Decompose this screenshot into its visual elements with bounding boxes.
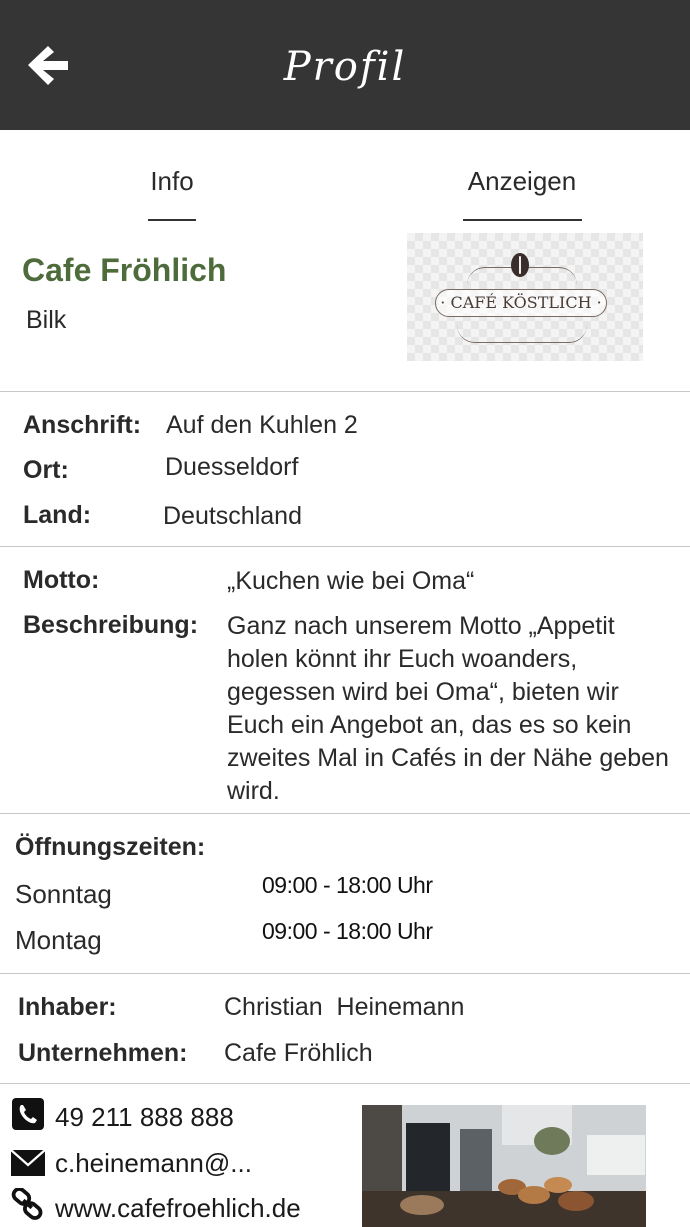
motto-value: „Kuchen wie bei Oma“ xyxy=(227,567,475,595)
logo-ornament xyxy=(457,325,587,343)
tab-info[interactable]: Info xyxy=(130,166,214,197)
cafe-interior-image xyxy=(362,1105,646,1227)
website-link[interactable]: www.cafefroehlich.de xyxy=(55,1193,301,1224)
motto-label: Motto: xyxy=(23,566,100,594)
phone-number[interactable]: 49 211 888 888 xyxy=(55,1102,234,1133)
logo-text: · CAFÉ KÖSTLICH · xyxy=(435,289,607,317)
hours-sunday: 09:00 - 18:00 Uhr xyxy=(262,872,433,898)
mail-icon xyxy=(10,1149,46,1176)
cafe-district: Bilk xyxy=(26,306,67,334)
coffee-bean-icon xyxy=(511,253,529,277)
cafe-logo: · CAFÉ KÖSTLICH · xyxy=(407,233,643,361)
owner-value: Christian Heinemann xyxy=(224,993,465,1021)
email-address[interactable]: c.heinemann@... xyxy=(55,1148,252,1179)
description-label: Beschreibung: xyxy=(23,611,199,639)
street-value: Auf den Kuhlen 2 xyxy=(166,411,358,439)
company-label: Unternehmen: xyxy=(18,1039,188,1067)
tab-anzeigen[interactable]: Anzeigen xyxy=(446,166,598,197)
divider xyxy=(0,973,690,974)
day-label-monday: Montag xyxy=(15,925,102,955)
country-value: Deutschland xyxy=(163,502,302,530)
page-title: Profil xyxy=(283,44,407,90)
cafe-name: Cafe Fröhlich xyxy=(22,252,227,288)
tab-info-underline xyxy=(148,219,196,221)
hours-monday: 09:00 - 18:00 Uhr xyxy=(262,918,433,944)
owner-label: Inhaber: xyxy=(18,993,117,1021)
tab-anzeigen-underline xyxy=(463,219,582,221)
day-label-sunday: Sonntag xyxy=(15,879,112,909)
country-label: Land: xyxy=(23,501,92,529)
divider xyxy=(0,1083,690,1084)
opening-hours-title: Öffnungszeiten: xyxy=(15,833,206,861)
city-label: Ort: xyxy=(23,456,69,484)
company-value: Cafe Fröhlich xyxy=(224,1039,373,1067)
cafe-photo xyxy=(362,1105,646,1227)
city-value: Duesseldorf xyxy=(165,453,299,481)
street-label: Anschrift: xyxy=(23,411,142,439)
divider xyxy=(0,391,690,392)
divider xyxy=(0,546,690,547)
link-icon xyxy=(11,1188,43,1220)
description-text: Ganz nach unserem Motto „Appetit holen k… xyxy=(227,612,669,805)
app-header: Profil xyxy=(0,0,690,130)
phone-icon xyxy=(12,1098,44,1130)
divider xyxy=(0,813,690,814)
